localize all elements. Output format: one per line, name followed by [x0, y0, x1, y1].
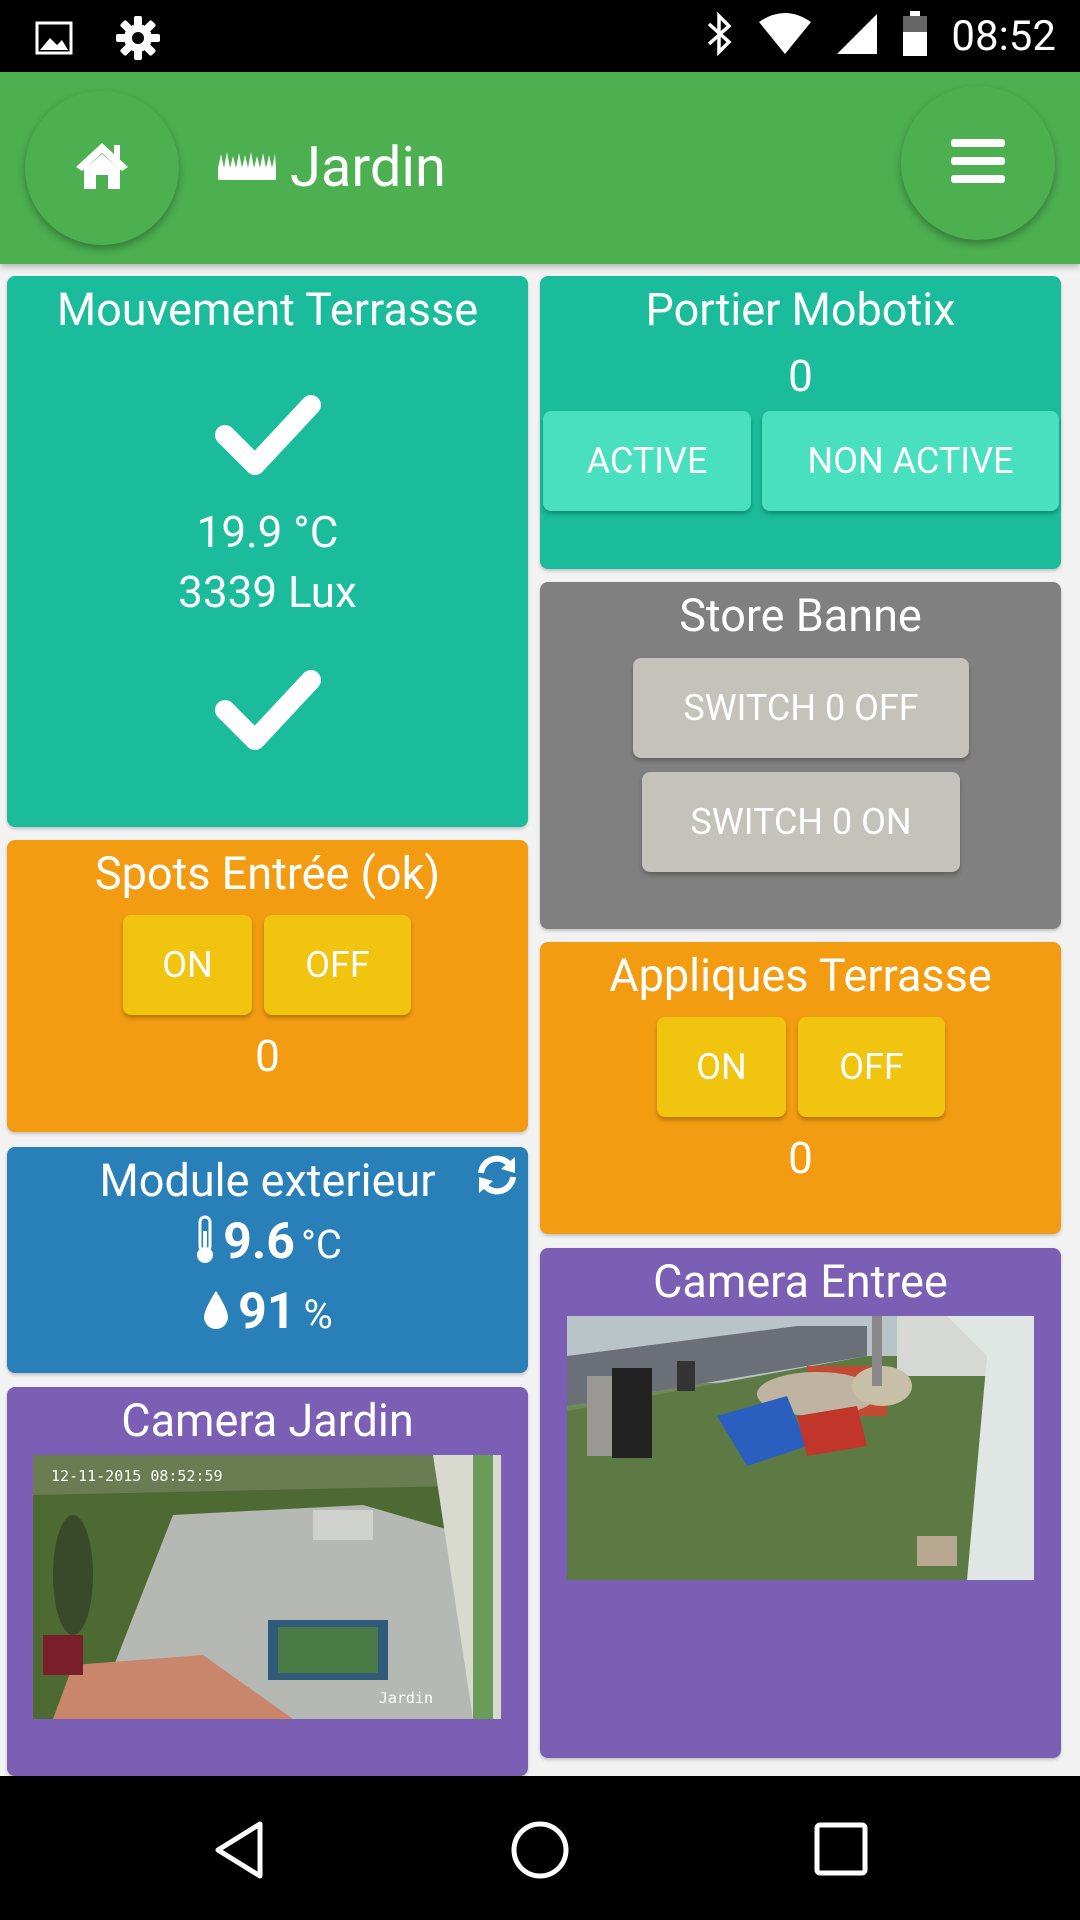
widget-title: Store Banne	[679, 589, 922, 642]
back-icon[interactable]	[212, 1820, 266, 1884]
widget-module-exterieur: Module exterieur 9.6 °C 91 %	[7, 1147, 528, 1373]
widget-title: Camera Entree	[653, 1255, 948, 1308]
off-button[interactable]: OFF	[264, 915, 411, 1015]
widget-store-banne: Store Banne SWITCH 0 OFF SWITCH 0 ON	[540, 582, 1061, 929]
humidity-value: 91	[238, 1283, 296, 1341]
bluetooth-icon	[705, 10, 735, 62]
switch-on-button[interactable]: SWITCH 0 ON	[642, 772, 960, 872]
active-button[interactable]: ACTIVE	[543, 411, 751, 511]
widget-title: Appliques Terrasse	[609, 949, 992, 1002]
widget-appliques-terrasse: Appliques Terrasse ON OFF 0	[540, 942, 1061, 1234]
widget-title: Mouvement Terrasse	[56, 283, 479, 336]
wifi-icon	[757, 12, 813, 60]
widget-title: Module exterieur	[99, 1154, 436, 1207]
recents-icon[interactable]	[814, 1822, 868, 1882]
temperature-unit: °C	[300, 1221, 342, 1268]
widget-title: Camera Jardin	[121, 1394, 414, 1447]
camera-timestamp: 12-11-2015 08:52:59	[51, 1467, 223, 1485]
switch-off-button[interactable]: SWITCH 0 OFF	[633, 658, 969, 758]
settings-gear-icon	[114, 14, 162, 66]
check-icon	[215, 668, 321, 756]
widget-title: Spots Entrée (ok)	[94, 847, 441, 900]
thermometer-icon	[193, 1215, 217, 1269]
humidity-unit: %	[303, 1291, 333, 1338]
system-nav-bar	[0, 1776, 1080, 1920]
battery-icon	[901, 10, 929, 62]
status-bar: 08:52	[0, 0, 1080, 72]
widget-mouvement-terrasse: Mouvement Terrasse 19.9 °C 3339 Lux	[7, 276, 528, 827]
appliques-value: 0	[788, 1132, 813, 1184]
widget-portier-mobotix: Portier Mobotix 0 ACTIVE NON ACTIVE	[540, 276, 1061, 569]
page-title: Jardin	[290, 134, 446, 200]
home-circle-icon[interactable]	[510, 1820, 570, 1884]
temperature-row: 9.6 °C	[7, 1213, 528, 1271]
on-button[interactable]: ON	[123, 915, 252, 1015]
home-icon	[74, 141, 130, 195]
menu-button[interactable]	[901, 86, 1055, 240]
clock-time: 08:52	[951, 11, 1056, 61]
widget-title: Portier Mobotix	[645, 283, 956, 336]
header-title-group: Jardin	[218, 134, 446, 200]
menu-icon	[951, 139, 1005, 187]
spots-value: 0	[255, 1030, 280, 1082]
camera-overlay-label: Jardin	[378, 1689, 433, 1707]
check-icon	[215, 393, 321, 481]
on-button[interactable]: ON	[657, 1017, 786, 1117]
temperature-value: 19.9 °C	[196, 506, 339, 558]
widget-camera-entree: Camera Entree	[540, 1248, 1061, 1758]
water-drop-icon	[202, 1289, 230, 1335]
off-button[interactable]: OFF	[798, 1017, 945, 1117]
temperature-value: 9.6	[223, 1213, 295, 1271]
lux-value: 3339 Lux	[178, 566, 357, 618]
widget-camera-jardin: Camera Jardin 12-11-2015 08:52:59 Jardin	[7, 1387, 528, 1776]
signal-icon	[835, 12, 879, 60]
home-button[interactable]	[25, 91, 179, 245]
camera-jardin-image[interactable]: 12-11-2015 08:52:59 Jardin	[33, 1455, 501, 1719]
portier-value: 0	[788, 350, 813, 402]
non-active-button[interactable]: NON ACTIVE	[762, 411, 1059, 511]
widget-spots-entree: Spots Entrée (ok) ON OFF 0	[7, 840, 528, 1132]
image-icon	[34, 18, 74, 62]
camera-entree-image[interactable]	[567, 1316, 1034, 1580]
humidity-row: 91 %	[7, 1283, 528, 1341]
refresh-icon[interactable]	[475, 1153, 519, 1201]
app-header: Jardin	[0, 72, 1080, 264]
grass-icon	[218, 150, 276, 184]
